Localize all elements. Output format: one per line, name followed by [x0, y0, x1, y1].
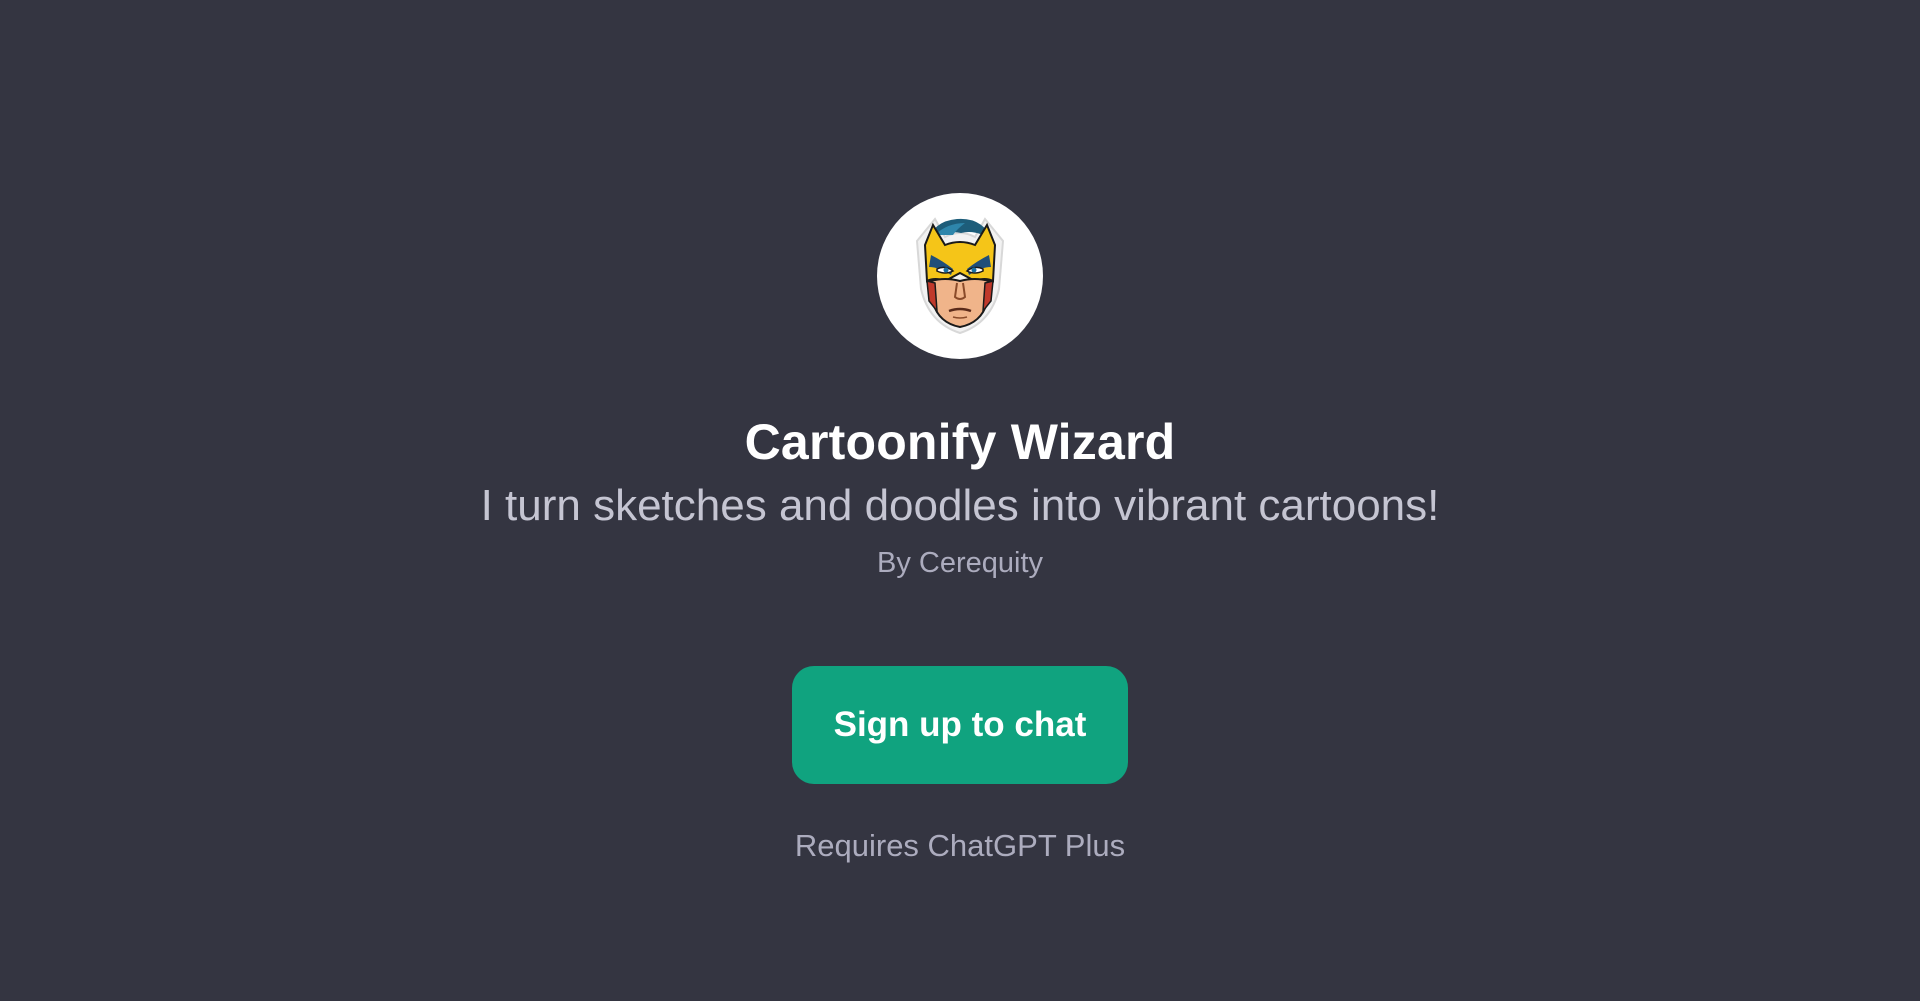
gpt-landing-page: Cartoonify Wizard I turn sketches and do… [0, 0, 1920, 1001]
sign-up-to-chat-button[interactable]: Sign up to chat [792, 666, 1128, 784]
superhero-mask-icon [915, 217, 1005, 335]
gpt-title: Cartoonify Wizard [744, 414, 1176, 470]
gpt-avatar [877, 193, 1043, 359]
requirement-note: Requires ChatGPT Plus [794, 828, 1126, 863]
gpt-author: By Cerequity [876, 547, 1043, 579]
gpt-description: I turn sketches and doodles into vibrant… [480, 481, 1440, 530]
